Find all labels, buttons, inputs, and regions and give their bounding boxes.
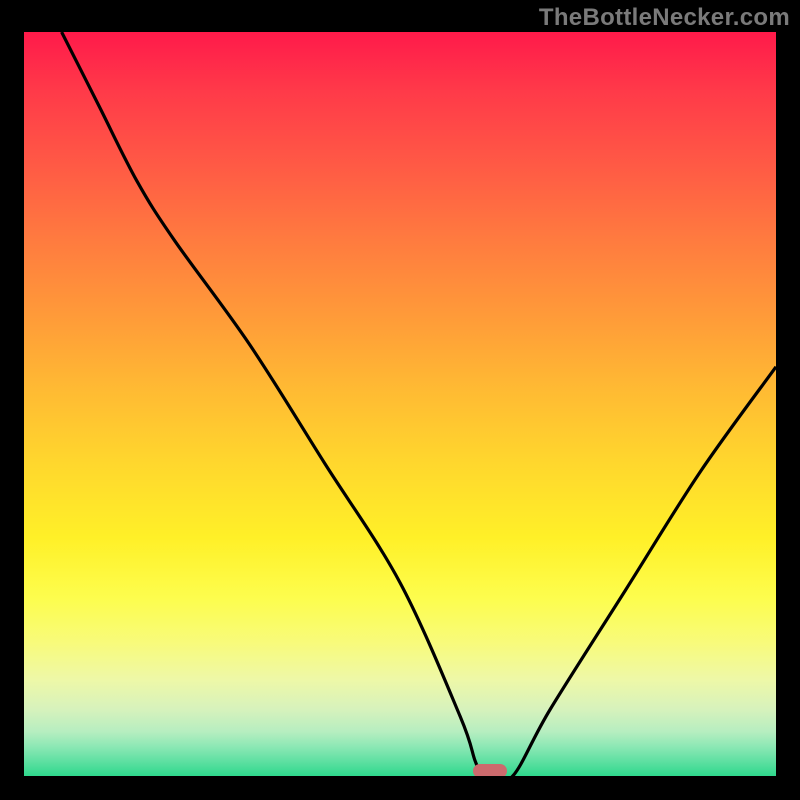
- bottleneck-curve: [24, 32, 776, 776]
- watermark-text: TheBottleNecker.com: [539, 4, 790, 32]
- plot-area: [24, 32, 776, 776]
- chart-frame: TheBottleNecker.com: [0, 0, 800, 800]
- optimal-marker: [473, 764, 507, 776]
